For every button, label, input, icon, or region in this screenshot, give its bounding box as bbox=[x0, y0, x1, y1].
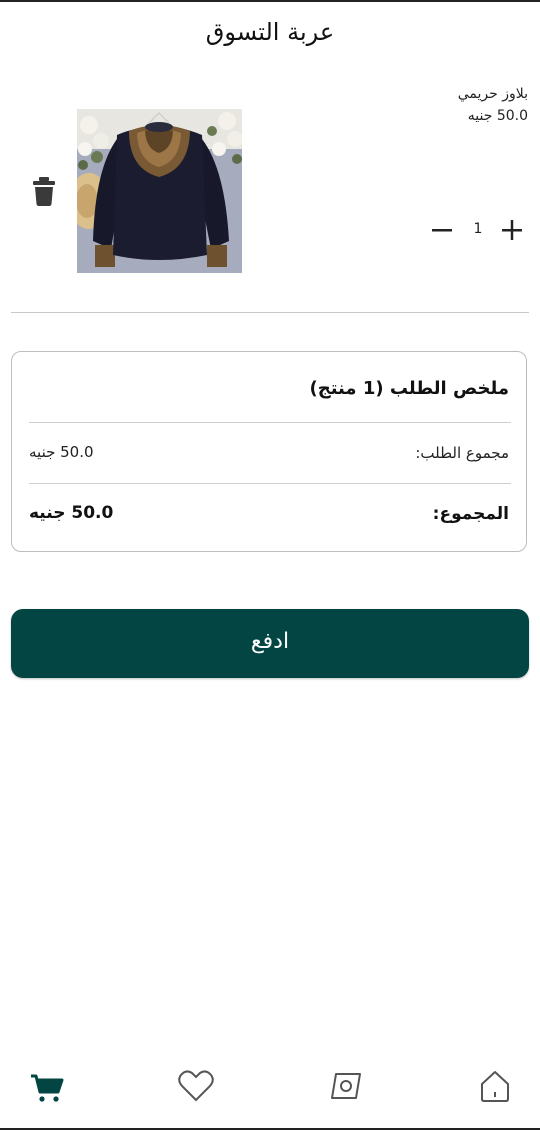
home-icon bbox=[475, 1071, 515, 1110]
total-label: المجموع: bbox=[432, 504, 509, 524]
product-name: بلاوز حريمي bbox=[457, 86, 528, 102]
explore-icon bbox=[326, 1073, 366, 1110]
subtotal-label: مجموع الطلب: bbox=[415, 444, 509, 462]
nav-cart[interactable] bbox=[27, 1066, 67, 1106]
summary-title: ملخص الطلب (1 منتج) bbox=[309, 378, 510, 399]
decrease-quantity-button[interactable] bbox=[428, 215, 456, 245]
nav-explore[interactable] bbox=[326, 1066, 366, 1106]
minus-icon bbox=[428, 229, 456, 249]
cart-icon bbox=[27, 1074, 67, 1110]
pay-button[interactable]: ادفع bbox=[11, 609, 529, 678]
product-price: 50.0 جنيه bbox=[467, 108, 528, 124]
total-value: 50.0 جنيه bbox=[29, 503, 114, 523]
nav-favorites[interactable] bbox=[176, 1066, 216, 1106]
order-summary-card: ملخص الطلب (1 منتج) مجموع الطلب: 50.0 جن… bbox=[11, 351, 527, 552]
trash-icon bbox=[30, 177, 58, 212]
top-border bbox=[0, 0, 540, 2]
summary-divider bbox=[29, 422, 511, 423]
quantity-stepper: 1 bbox=[428, 215, 528, 245]
quantity-value: 1 bbox=[473, 221, 483, 237]
nav-home[interactable] bbox=[475, 1066, 515, 1106]
item-divider bbox=[11, 312, 529, 313]
bottom-nav bbox=[0, 1058, 540, 1118]
page-title: عربة التسوق bbox=[205, 18, 335, 46]
delete-item-button[interactable] bbox=[30, 174, 58, 208]
summary-divider bbox=[29, 483, 511, 484]
subtotal-value: 50.0 جنيه bbox=[29, 443, 94, 461]
heart-icon bbox=[176, 1070, 216, 1110]
product-image[interactable] bbox=[77, 109, 242, 273]
increase-quantity-button[interactable] bbox=[498, 215, 526, 245]
plus-icon bbox=[498, 220, 526, 249]
